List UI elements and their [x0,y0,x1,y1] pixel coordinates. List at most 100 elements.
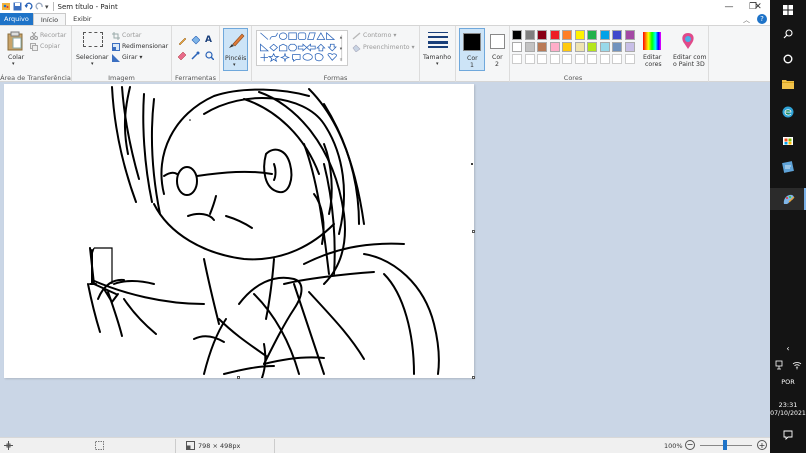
selection-size-icon [95,441,104,450]
clock-time[interactable]: 23:31 [770,401,806,409]
resize-handle-bottom[interactable] [237,376,240,379]
fill-bucket-icon[interactable] [191,36,200,45]
pencil-icon[interactable] [178,36,187,45]
color-swatch[interactable] [599,30,610,40]
color-swatch[interactable] [624,42,635,52]
text-tool-icon[interactable]: A [205,35,212,45]
input-language[interactable]: POR [770,378,806,386]
file-menu[interactable]: Arquivo [0,13,33,25]
edit-colors-label-2[interactable]: cores [645,61,662,68]
fill-button[interactable]: Preenchimento ▾ [363,44,415,51]
custom-color-slot[interactable] [612,54,622,64]
custom-color-slot[interactable] [599,54,610,64]
save-icon[interactable] [13,2,22,11]
store-button[interactable] [770,134,806,146]
collapse-ribbon-icon[interactable]: ︿ [743,15,750,25]
brushes-button[interactable]: Pincéis ▾ [223,28,248,71]
custom-color-slot[interactable] [587,54,597,64]
paste-label[interactable]: Colar [8,54,24,61]
resize-handle-corner[interactable] [472,376,475,379]
size-icon[interactable] [428,32,448,48]
color-swatch[interactable] [562,42,572,52]
custom-color-slot[interactable] [512,54,522,64]
rotate-button[interactable]: Girar ▾ [122,54,142,61]
eraser-icon[interactable] [178,51,187,60]
help-icon[interactable]: ? [757,14,767,24]
color-swatch[interactable] [524,30,535,40]
network-status-icon[interactable] [774,360,784,370]
color-swatch[interactable] [574,30,585,40]
edit-colors-label-1[interactable]: Editar [643,54,661,61]
drawing-canvas[interactable] [4,84,475,379]
paste-icon[interactable] [7,31,23,51]
color-swatch[interactable] [612,30,622,40]
color-swatch[interactable] [549,30,560,40]
custom-color-slot[interactable] [524,54,535,64]
size-label[interactable]: Tamanho [423,54,451,61]
svg-text:▴: ▴ [340,36,343,41]
select-dropdown-icon[interactable]: ▾ [91,61,94,67]
custom-color-slot[interactable] [549,54,560,64]
minimize-button[interactable]: — [717,0,741,13]
color-swatch[interactable] [599,42,610,52]
shapes-group: ▴ ▾ ▿ Contorno ▾ Preenchimento ▾ Formas [252,26,420,83]
cut-button[interactable]: Recortar [40,32,66,39]
zoom-slider-thumb[interactable] [723,440,727,450]
color-swatch[interactable] [512,30,522,40]
shapes-gallery[interactable]: ▴ ▾ ▿ [256,30,348,66]
resize-button[interactable]: Redimensionar [122,43,168,50]
color-swatch[interactable] [537,30,547,40]
edit-colors-icon[interactable] [643,32,661,50]
custom-color-slot[interactable] [624,54,635,64]
size-dropdown-icon[interactable]: ▾ [436,61,439,67]
close-button[interactable]: ✕ [746,0,770,13]
tab-home[interactable]: Início [32,13,67,25]
search-button[interactable] [770,29,806,39]
color-swatch[interactable] [624,30,635,40]
color-swatch[interactable] [587,42,597,52]
notifications-button[interactable] [770,430,806,440]
paste-dropdown-icon[interactable]: ▾ [12,61,15,67]
cortana-button[interactable] [770,54,806,64]
color1-button[interactable]: Cor 1 [459,28,485,71]
paint3d-icon[interactable] [680,32,696,50]
color-swatch[interactable] [537,42,547,52]
custom-color-slot[interactable] [574,54,585,64]
edge-button[interactable] [770,106,806,118]
select-icon[interactable] [83,32,103,47]
color-swatch[interactable] [612,42,622,52]
color-swatch[interactable] [574,42,585,52]
paint3d-label-1[interactable]: Editar com [673,54,707,61]
clock-date[interactable]: 07/10/2021 [770,410,806,417]
color2-button[interactable]: Cor 2 [487,28,509,71]
color-swatch[interactable] [512,42,522,52]
magnifier-icon[interactable] [205,51,214,60]
color2-number: 2 [495,61,499,68]
zoom-in-button[interactable]: + [757,440,767,450]
quick-access-dropdown-icon[interactable]: ▾ [45,3,49,11]
color-swatch[interactable] [562,30,572,40]
undo-icon[interactable] [24,2,33,11]
custom-color-slot[interactable] [562,54,572,64]
redo-icon[interactable] [35,2,44,11]
color-picker-icon[interactable] [191,51,200,60]
resize-handle-right[interactable] [472,230,475,233]
select-label[interactable]: Selecionar [76,54,108,61]
color-swatch[interactable] [524,42,535,52]
wifi-icon[interactable] [792,360,802,370]
app-button-1[interactable] [770,161,806,173]
color-swatch[interactable] [587,30,597,40]
paint-window: ▾ Sem título - Paint — ❐ ✕ Arquivo Iníci… [0,0,770,453]
custom-color-slot[interactable] [537,54,547,64]
color-swatch[interactable] [549,42,560,52]
paint-taskbar-button[interactable] [770,188,806,210]
start-button[interactable] [770,5,806,15]
copy-button[interactable]: Copiar [40,43,60,50]
file-explorer-button[interactable] [770,79,806,89]
crop-button[interactable]: Cortar [122,32,141,39]
show-hidden-icons[interactable]: ‹ [770,344,806,353]
zoom-out-button[interactable]: − [685,440,695,450]
tab-view[interactable]: Exibir [66,13,98,25]
paint3d-label-2[interactable]: o Paint 3D [673,61,705,68]
outline-button[interactable]: Contorno ▾ [363,32,396,39]
